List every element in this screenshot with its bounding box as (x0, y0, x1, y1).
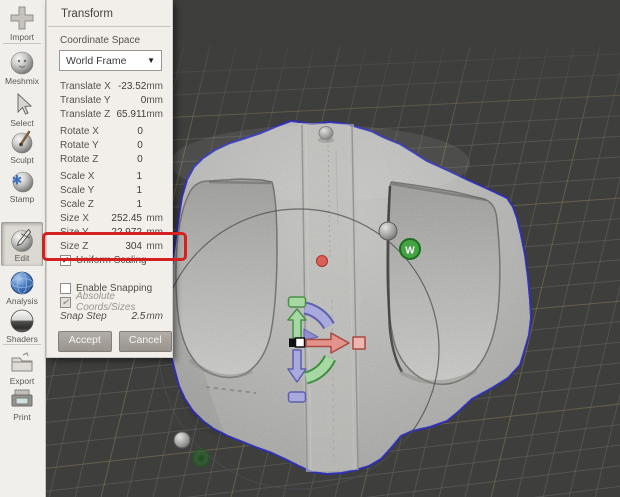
coordinate-space-label: Coordinate Space (60, 35, 141, 46)
translate-x-field[interactable]: -23.52 (111, 81, 146, 92)
sidebar-item-meshmix[interactable]: Meshmix (0, 50, 44, 86)
scale-y-field[interactable]: 1 (96, 185, 142, 196)
transform-row-rotate-z: Rotate Z 0 (60, 153, 143, 165)
sidebar-separator (3, 265, 41, 266)
transform-row-size-y: Size Y 22.972 mm (60, 226, 163, 238)
coordinate-space-value: World Frame (66, 54, 127, 67)
translate-z-field[interactable]: 65.911 (110, 109, 146, 120)
cancel-button[interactable]: Cancel (118, 331, 172, 352)
transform-row-rotate-y: Rotate Y 0 (60, 139, 143, 151)
analysis-wireframe-sphere-icon (10, 271, 34, 295)
sidebar-item-import[interactable]: Import (0, 4, 44, 42)
snap-step-row: Snap Step 2.5 mm (60, 310, 163, 322)
toolbar-sidebar: Import Meshmix Select Sculpt ✱ Stamp Edi… (0, 0, 46, 497)
panel-title: Transform (61, 8, 113, 20)
gizmo-scale-handle-top[interactable] (287, 296, 307, 308)
select-cursor-icon (17, 92, 33, 115)
import-plus-icon (10, 6, 34, 30)
rotate-z-field[interactable]: 0 (98, 154, 143, 165)
origin-sphere-handle[interactable] (173, 431, 191, 449)
enable-snapping-checkbox[interactable] (60, 282, 71, 294)
sidebar-item-shaders[interactable]: Shaders (0, 308, 44, 344)
transform-row-translate-z: Translate Z 65.911 mm (60, 108, 163, 120)
edit-pencil-icon (10, 228, 33, 252)
rotate-y-field[interactable]: 0 (99, 140, 143, 151)
sidebar-item-select[interactable]: Select (0, 92, 44, 128)
transform-row-size-z: Size Z 304 mm (60, 240, 163, 252)
uniform-scaling-checkbox[interactable] (60, 254, 71, 266)
gizmo-center-handle[interactable] (294, 337, 306, 348)
sidebar-item-edit[interactable]: Edit (1, 222, 43, 266)
translate-y-field[interactable]: 0 (111, 95, 147, 106)
world-frame-label: W (405, 246, 415, 257)
gizmo-scale-handle-bottom[interactable] (287, 391, 307, 403)
transform-row-scale-y: Scale Y 1 (60, 184, 142, 196)
accept-button[interactable]: Accept (58, 331, 112, 352)
shaders-chrome-sphere-icon (10, 309, 34, 333)
size-x-field[interactable]: 252.45 (96, 213, 142, 224)
sidebar-item-sculpt[interactable]: Sculpt (0, 129, 44, 165)
ring-sphere-handle[interactable] (378, 221, 398, 241)
transform-row-scale-x: Scale X 1 (60, 170, 142, 182)
absolute-coords-checkbox[interactable] (60, 296, 71, 308)
meshmix-sphere-icon (10, 51, 34, 75)
sidebar-separator (3, 43, 41, 44)
sidebar-item-analysis[interactable]: Analysis (0, 270, 44, 306)
export-folder-icon (11, 352, 33, 372)
snap-step-field[interactable]: 2.5 (107, 311, 145, 322)
scale-z-field[interactable]: 1 (96, 199, 142, 210)
gizmo-scale-handle-right[interactable] (352, 336, 366, 350)
transform-panel: Transform Coordinate Space World Frame ▼… (46, 0, 173, 358)
sidebar-item-stamp[interactable]: ✱ Stamp (0, 168, 44, 204)
size-z-field[interactable]: 304 (96, 241, 142, 252)
sidebar-separator (3, 344, 41, 345)
transform-row-rotate-x: Rotate X 0 (60, 125, 143, 137)
uniform-scaling-row: Uniform Scaling (47, 253, 172, 267)
transform-row-translate-x: Translate X -23.52 mm (60, 80, 163, 92)
svg-text:✱: ✱ (12, 173, 23, 188)
stamp-icon: ✱ (12, 171, 34, 193)
transform-row-scale-z: Scale Z 1 (60, 198, 142, 210)
transform-row-translate-y: Translate Y 0 mm (60, 94, 163, 106)
sculpt-brush-icon (11, 130, 33, 154)
absolute-coords-row: Absolute Coords/Sizes (47, 291, 172, 313)
sidebar-item-export[interactable]: Export (0, 350, 44, 386)
chevron-down-icon: ▼ (147, 56, 155, 65)
transform-row-size-x: Size X 252.45 mm (60, 212, 163, 224)
coordinate-space-dropdown[interactable]: World Frame ▼ (59, 50, 162, 71)
rotate-x-field[interactable]: 0 (99, 126, 143, 137)
print-printer-icon (11, 389, 33, 407)
sidebar-item-print[interactable]: Print (0, 386, 44, 422)
size-y-field[interactable]: 22.972 (96, 227, 142, 238)
scale-x-field[interactable]: 1 (96, 171, 142, 182)
